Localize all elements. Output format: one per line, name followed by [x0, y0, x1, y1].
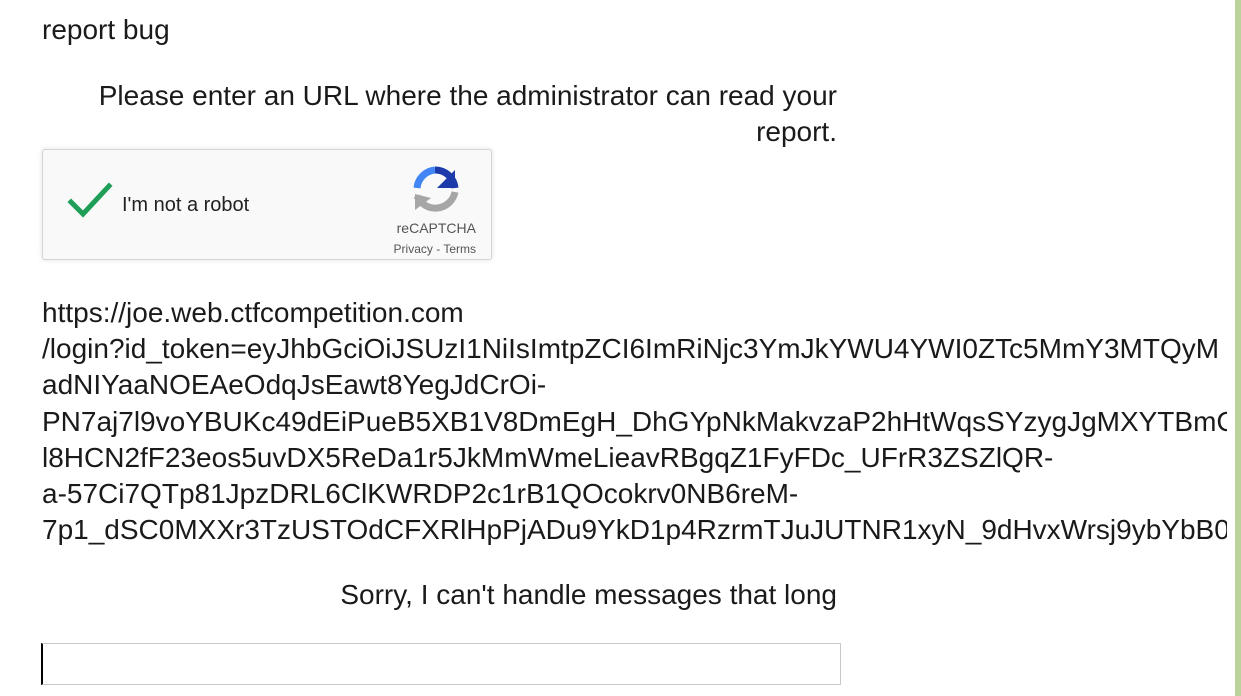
url-line: a-57Ci7QTp81JpzDRL6ClKWRDP2c1rB1QOcokrv0…	[42, 478, 799, 510]
recaptcha-privacy-link[interactable]: Privacy	[394, 242, 433, 256]
url-line: PN7aj7l9voYBUKc49dEiPueB5XB1V8DmEgH_DhGY…	[42, 405, 1227, 437]
url-input[interactable]	[41, 643, 841, 685]
submitted-url-text: https://joe.web.ctfcompetition.com /logi…	[42, 295, 1227, 549]
window-edge	[1235, 0, 1241, 696]
url-line: https://joe.web.ctfcompetition.com	[42, 297, 464, 328]
url-line: l8HCN2fF23eos5uvDX5ReDa1r5JkMmWmeLieavRB…	[42, 441, 1054, 473]
recaptcha-link-separator: -	[432, 242, 444, 256]
url-line: 7p1_dSC0MXXr3TzUSTOdCFXRlHpPjADu9YkD1p4R…	[42, 514, 1227, 546]
recaptcha-label[interactable]: I'm not a robot	[122, 194, 249, 217]
recaptcha-checkmark-icon[interactable]	[67, 182, 113, 222]
recaptcha-links: Privacy - Terms	[343, 242, 476, 256]
recaptcha-brand: reCAPTCHA	[396, 220, 476, 236]
url-line: adNIYaaNOEAeOdqJsEawt8YegJdCrOi-	[42, 369, 547, 401]
error-message: Sorry, I can't handle messages that long	[340, 579, 837, 610]
url-line: /login?id_token=eyJhbGciOiJSUzI1NiIsImtp…	[42, 333, 1220, 365]
url-prompt: Please enter an URL where the administra…	[98, 80, 837, 147]
recaptcha-widget: I'm not a robot reCAPTCHA Privacy - Term…	[42, 149, 492, 260]
page-title: report bug	[42, 14, 170, 45]
recaptcha-terms-link[interactable]: Terms	[443, 242, 476, 256]
recaptcha-logo-icon	[409, 164, 461, 216]
